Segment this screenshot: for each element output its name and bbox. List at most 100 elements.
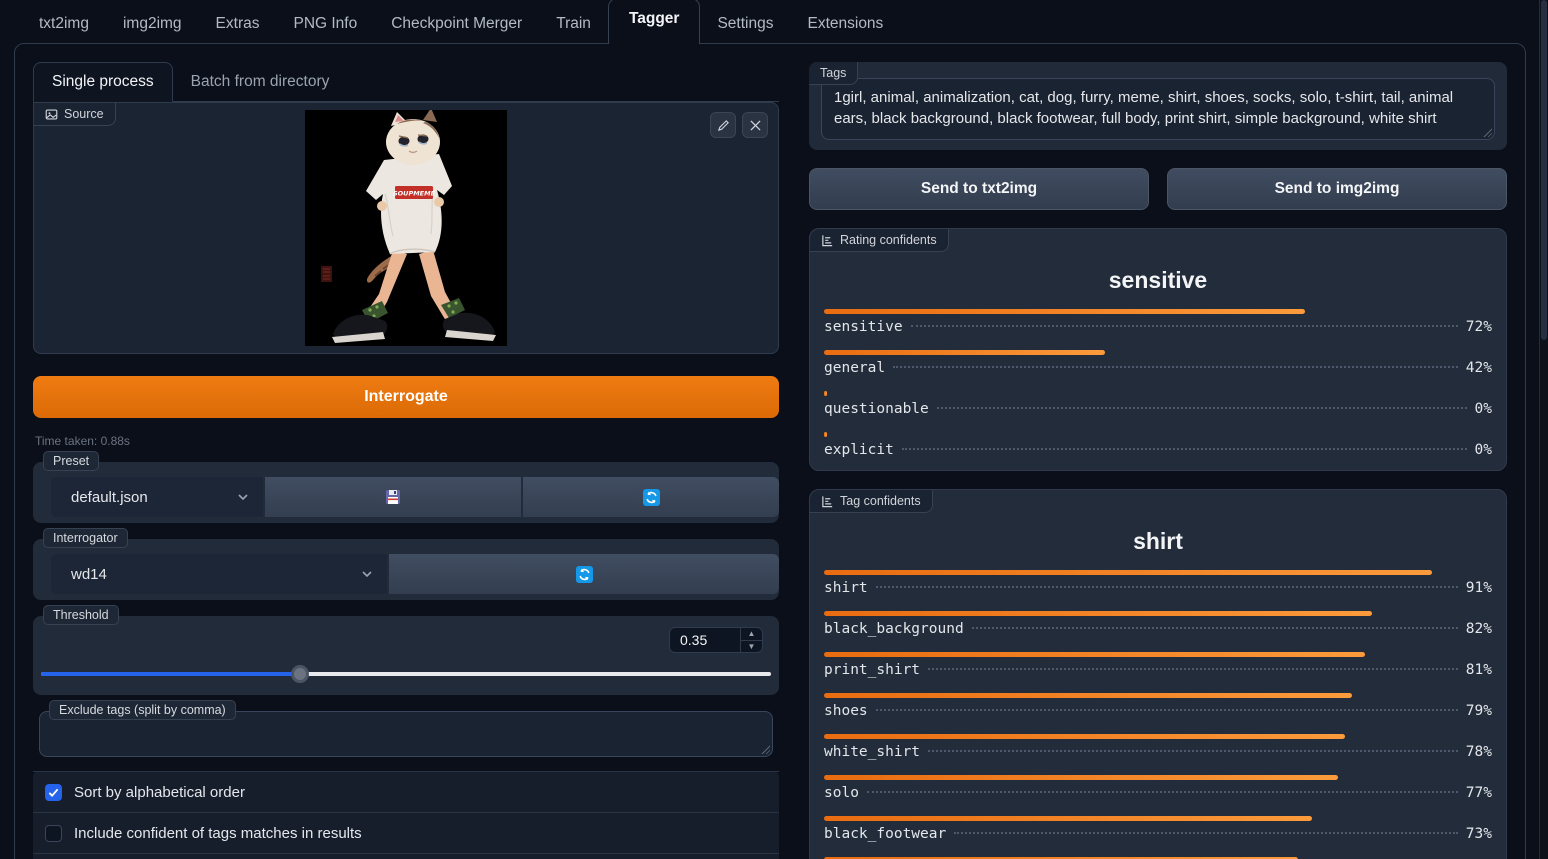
tab-tagger[interactable]: Tagger [608,0,701,44]
rating-confidents-label: Rating confidents [810,229,949,252]
app-tabs: txt2imgimg2imgExtrasPNG InfoCheckpoint M… [0,0,1548,44]
confidence-bar-black-background [824,611,1372,616]
threshold-label: Threshold [43,605,119,625]
confidence-row-sensitive: sensitive 72% [824,319,1492,335]
interrogator-block: Interrogator wd14 [33,539,779,600]
floppy-save-icon [385,489,401,505]
confidence-bar-questionable [824,391,827,396]
save-preset-button[interactable] [265,477,521,517]
checkbox-row-use-spaces-instead-of-underscore[interactable]: Use spaces instead of underscore [33,853,779,859]
dotted-leader [911,325,1458,327]
confidence-label: black_footwear [824,826,946,842]
rating-top-label: sensitive [824,267,1492,294]
confidence-label: print_shirt [824,662,920,678]
confidence-label: solo [824,785,859,801]
slider-fill [41,672,300,676]
refresh-icon [576,566,593,583]
confidence-bar-shirt [824,570,1432,575]
confidence-row-shirt: shirt 91% [824,580,1492,596]
tab-png-info[interactable]: PNG Info [276,4,374,44]
preset-dropdown[interactable]: default.json [51,477,263,517]
preset-value: default.json [71,489,148,506]
subtab-single-process[interactable]: Single process [33,62,173,102]
refresh-interrogators-button[interactable] [389,554,779,594]
window-scrollbar[interactable] [1539,0,1548,859]
confidence-percent: 78% [1466,744,1492,760]
rating-confidents-list: sensitive72%general42%questionable0%expl… [824,309,1492,458]
interrogate-button[interactable]: Interrogate [33,376,779,418]
checkbox-checked[interactable] [45,784,62,801]
confidence-percent: 0% [1475,442,1492,458]
confidence-label: general [824,360,885,376]
confidence-percent: 77% [1466,785,1492,801]
confidence-percent: 91% [1466,580,1492,596]
scrollbar-thumb[interactable] [1541,0,1547,340]
slider-thumb[interactable] [291,665,309,683]
checkbox-label: Include confident of tags matches in res… [74,825,362,842]
tag-confidents-label: Tag confidents [810,490,933,513]
confidence-label: questionable [824,401,929,417]
threshold-value-field[interactable] [670,628,740,652]
spinner-down-icon[interactable]: ▼ [741,640,762,653]
threshold-number-input[interactable]: ▲ ▼ [669,627,763,653]
interrogator-label: Interrogator [43,528,128,548]
label-chart-icon [821,234,834,247]
checkbox-row-include-confident-of-tags-matches-in-results[interactable]: Include confident of tags matches in res… [33,812,779,853]
dotted-leader [867,791,1458,793]
confidence-label: shirt [824,580,868,596]
confidence-label: black_background [824,621,964,637]
confidence-row-questionable: questionable 0% [824,401,1492,417]
confidence-percent: 73% [1466,826,1492,842]
exclude-tags-block: Exclude tags (split by comma) [39,711,773,757]
tag-confidents-panel: Tag confidents shirt shirt 91% black_backg… [809,489,1507,859]
dotted-leader [876,709,1458,711]
confidence-bar-white-shirt [824,734,1345,739]
confidence-row-solo: solo 77% [824,785,1492,801]
confidence-percent: 72% [1466,319,1492,335]
interrogator-value: wd14 [71,566,107,583]
tab-settings[interactable]: Settings [700,4,790,44]
checkbox-row-sort-by-alphabetical-order[interactable]: Sort by alphabetical order [33,771,779,812]
confidence-label: white_shirt [824,744,920,760]
tags-output[interactable]: 1girl, animal, animalization, cat, dog, … [821,78,1495,140]
tab-train[interactable]: Train [539,4,608,44]
confidence-bar-general [824,350,1105,355]
spinner-up-icon[interactable]: ▲ [741,628,762,640]
tab-img2img[interactable]: img2img [106,4,199,44]
checkbox-label: Sort by alphabetical order [74,784,245,801]
tab-checkpoint-merger[interactable]: Checkpoint Merger [374,4,539,44]
close-icon [750,120,761,131]
subtab-batch-from-directory[interactable]: Batch from directory [173,63,348,101]
refresh-presets-button[interactable] [523,477,779,517]
svg-text:SOUPMEME: SOUPMEME [393,190,436,198]
edit-image-button[interactable] [710,112,736,138]
tab-extras[interactable]: Extras [199,4,277,44]
tab-txt2img[interactable]: txt2img [22,4,106,44]
send-to-img2img-button[interactable]: Send to img2img [1167,168,1507,210]
send-to-txt2img-button[interactable]: Send to txt2img [809,168,1149,210]
confidence-percent: 81% [1466,662,1492,678]
source-label: Source [34,103,116,126]
process-subtabs: Single processBatch from directory [33,62,779,102]
confidence-percent: 82% [1466,621,1492,637]
threshold-spinner[interactable]: ▲ ▼ [740,628,762,652]
exclude-tags-label: Exclude tags (split by comma) [49,700,236,720]
threshold-slider[interactable] [41,665,771,683]
chevron-down-icon [237,491,249,503]
checkbox-unchecked[interactable] [45,825,62,842]
confidence-percent: 42% [1466,360,1492,376]
tab-extensions[interactable]: Extensions [790,4,900,44]
confidence-bar-sensitive [824,309,1305,314]
confidence-row-general: general 42% [824,360,1492,376]
clear-image-button[interactable] [742,112,768,138]
confidence-bar-black-footwear [824,816,1312,821]
confidence-percent: 0% [1475,401,1492,417]
label-chart-icon [821,495,834,508]
tagger-tab-content: Single processBatch from directory Sourc… [14,43,1526,859]
check-icon [48,787,59,798]
confidence-label: sensitive [824,319,903,335]
image-icon [45,108,58,121]
source-image[interactable]: SOUPMEME [305,110,507,346]
confidence-bar-solo [824,775,1338,780]
interrogator-dropdown[interactable]: wd14 [51,554,387,594]
